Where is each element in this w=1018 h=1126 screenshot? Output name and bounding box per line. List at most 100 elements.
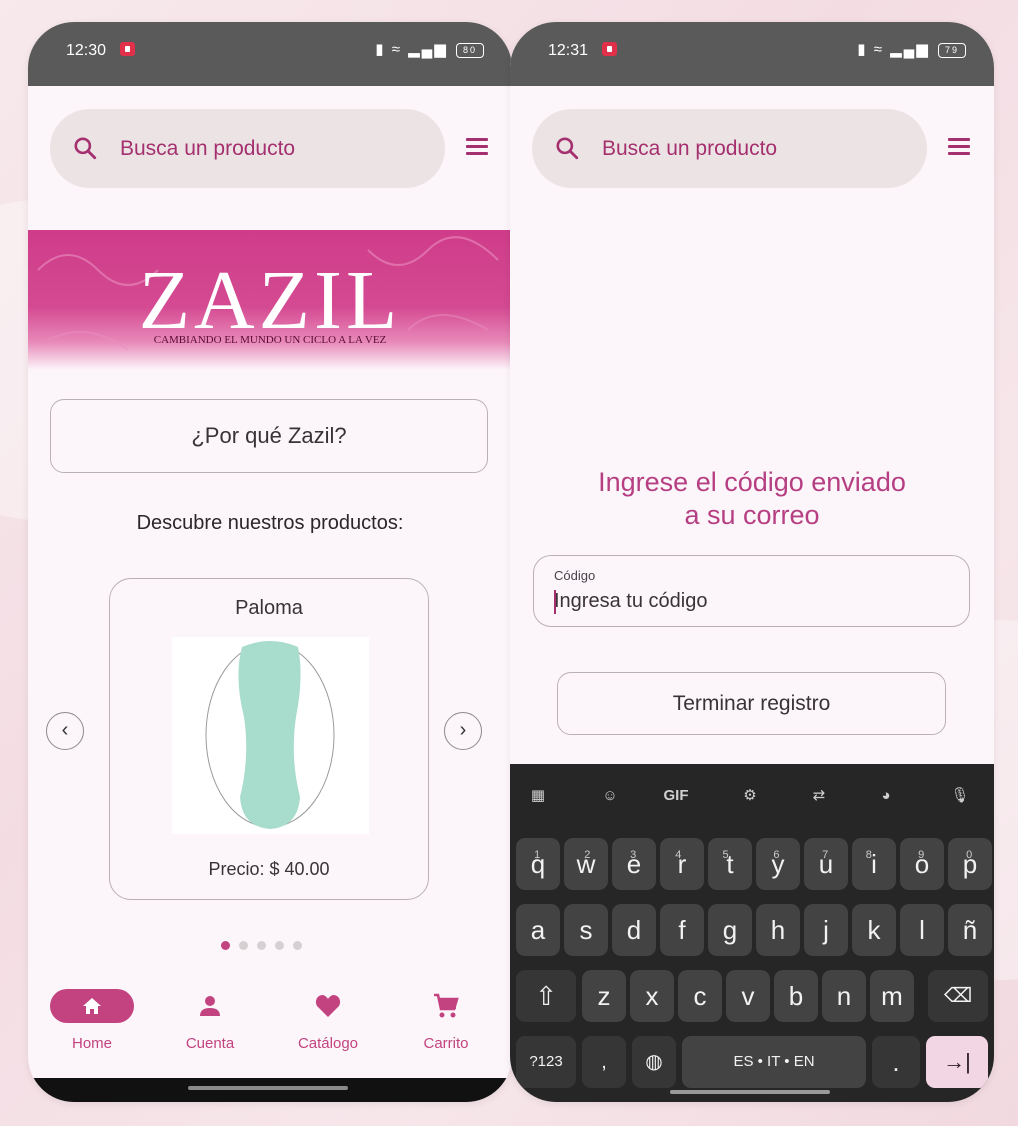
search-icon	[556, 137, 579, 160]
gif-button[interactable]: GIF	[662, 782, 690, 810]
menu-icon[interactable]	[466, 138, 488, 156]
key-v[interactable]: v	[726, 970, 770, 1022]
key-m[interactable]: m	[870, 970, 914, 1022]
zazil-banner: ZAZIL CAMBIANDO EL MUNDO UN CICLO A LA V…	[28, 230, 512, 370]
key-o[interactable]: o9	[900, 838, 944, 890]
apps-grid-icon[interactable]: ▦	[524, 782, 552, 810]
person-icon	[200, 996, 220, 1016]
onscreen-keyboard: ▦ ☺ GIF ⚙ ⇄ ◕ 🎙 q1w2e3r4t5y6u7i8o9p0 asd…	[510, 764, 994, 1102]
key-l[interactable]: l	[900, 904, 944, 956]
product-image	[172, 637, 369, 834]
title-line-2: a su correo	[684, 500, 820, 530]
enter-key[interactable]: →|	[926, 1036, 988, 1088]
backspace-key[interactable]: ⌫	[928, 970, 988, 1022]
key-h[interactable]: h	[756, 904, 800, 956]
vibrate-icon: ▮	[857, 41, 868, 58]
symbols-key[interactable]: ?123	[516, 1036, 576, 1088]
notification-icon	[602, 42, 617, 56]
status-time: 12:30	[66, 42, 107, 59]
key-f[interactable]: f	[660, 904, 704, 956]
key-q[interactable]: q1	[516, 838, 560, 890]
page-title: Ingrese el código enviado a su correo	[510, 466, 994, 532]
wifi-icon: ≈	[873, 41, 884, 58]
bottom-navigation: Home Cuenta Catálogo Carrito	[28, 987, 512, 1067]
home-icon	[83, 998, 101, 1014]
discover-heading: Descubre nuestros productos:	[136, 512, 404, 534]
key-w[interactable]: w2	[564, 838, 608, 890]
search-input[interactable]: Busca un producto	[50, 109, 445, 188]
key-x[interactable]: x	[630, 970, 674, 1022]
why-zazil-button[interactable]: ¿Por qué Zazil?	[50, 399, 488, 473]
verification-screen: 12:31 ▮ ≈ ▂▄▆ 79 Busca un producto Ingre…	[510, 22, 994, 1102]
key-n[interactable]: n	[822, 970, 866, 1022]
status-icons: ▮ ≈ ▂▄▆ 80	[375, 40, 484, 58]
palette-icon[interactable]: ◕	[872, 782, 900, 810]
home-gesture-handle[interactable]	[188, 1086, 348, 1090]
home-gesture-handle[interactable]	[670, 1090, 830, 1094]
key-y[interactable]: y6	[756, 838, 800, 890]
nav-home-label: Home	[71, 1035, 112, 1052]
carousel-dot[interactable]	[239, 941, 248, 950]
shift-key[interactable]: ⇧	[516, 970, 576, 1022]
wifi-icon: ≈	[391, 41, 402, 58]
home-screen: 12:30 ▮ ≈ ▂▄▆ 80 Busca un producto ZAZIL…	[28, 22, 512, 1102]
search-icon	[74, 137, 97, 160]
carousel-dot[interactable]	[221, 941, 230, 950]
battery-icon: 79	[938, 42, 966, 58]
status-icons: ▮ ≈ ▂▄▆ 79	[857, 40, 966, 58]
globe-icon[interactable]: ◍	[632, 1036, 676, 1088]
search-input[interactable]: Busca un producto	[532, 109, 927, 188]
status-bar: 12:30 ▮ ≈ ▂▄▆ 80	[28, 22, 512, 86]
key-s[interactable]: s	[564, 904, 608, 956]
text-cursor	[554, 590, 556, 614]
key-i[interactable]: i8	[852, 838, 896, 890]
product-card[interactable]: Paloma Precio: $ 40.00	[109, 578, 429, 900]
nav-carrito[interactable]: Carrito	[391, 987, 501, 1052]
search-placeholder: Busca un producto	[602, 137, 778, 160]
key-p[interactable]: p0	[948, 838, 992, 890]
signal-icon: ▂▄▆	[890, 41, 930, 58]
key-d[interactable]: d	[612, 904, 656, 956]
status-time: 12:31	[548, 42, 589, 59]
key-hint: 5	[722, 849, 729, 861]
carousel-dot[interactable]	[275, 941, 284, 950]
key-z[interactable]: z	[582, 970, 626, 1022]
key-b[interactable]: b	[774, 970, 818, 1022]
product-price: Precio: $ 40.00	[208, 859, 330, 879]
nav-home[interactable]: Home	[37, 987, 147, 1052]
carousel-prev-button[interactable]: ‹	[46, 712, 84, 750]
title-line-1: Ingrese el código enviado	[598, 467, 906, 497]
period-key[interactable]: .	[872, 1036, 920, 1088]
key-k[interactable]: k	[852, 904, 896, 956]
translate-icon[interactable]: ⇄	[805, 782, 833, 810]
key-hint: 0	[966, 849, 973, 861]
microphone-icon[interactable]: 🎙	[946, 782, 974, 810]
key-ñ[interactable]: ñ	[948, 904, 992, 956]
key-a[interactable]: a	[516, 904, 560, 956]
carousel-dot[interactable]	[257, 941, 266, 950]
nav-catalogo[interactable]: Catálogo	[273, 987, 383, 1052]
finish-registration-button[interactable]: Terminar registro	[557, 672, 946, 735]
cart-icon	[434, 993, 459, 1018]
space-key[interactable]: ES • IT • EN	[682, 1036, 866, 1088]
carousel-next-button[interactable]: ›	[444, 712, 482, 750]
battery-icon: 80	[456, 42, 484, 58]
key-g[interactable]: g	[708, 904, 752, 956]
key-j[interactable]: j	[804, 904, 848, 956]
key-c[interactable]: c	[678, 970, 722, 1022]
menu-icon[interactable]	[948, 138, 970, 156]
carousel-dot[interactable]	[293, 941, 302, 950]
code-field-placeholder: Ingresa tu código	[554, 590, 708, 612]
sticker-icon[interactable]: ☺	[596, 782, 624, 810]
key-u[interactable]: u7	[804, 838, 848, 890]
key-t[interactable]: t5	[708, 838, 752, 890]
keyboard-toolbar: ▦ ☺ GIF ⚙ ⇄ ◕ 🎙	[510, 764, 994, 826]
code-field[interactable]: Código Ingresa tu código	[533, 555, 970, 627]
key-e[interactable]: e3	[612, 838, 656, 890]
nav-cuenta[interactable]: Cuenta	[155, 987, 265, 1052]
key-r[interactable]: r4	[660, 838, 704, 890]
comma-key[interactable]: ,	[582, 1036, 626, 1088]
settings-icon[interactable]: ⚙	[736, 782, 764, 810]
notification-icon	[120, 42, 135, 56]
banner-tagline: CAMBIANDO EL MUNDO UN CICLO A LA VEZ	[153, 334, 387, 346]
